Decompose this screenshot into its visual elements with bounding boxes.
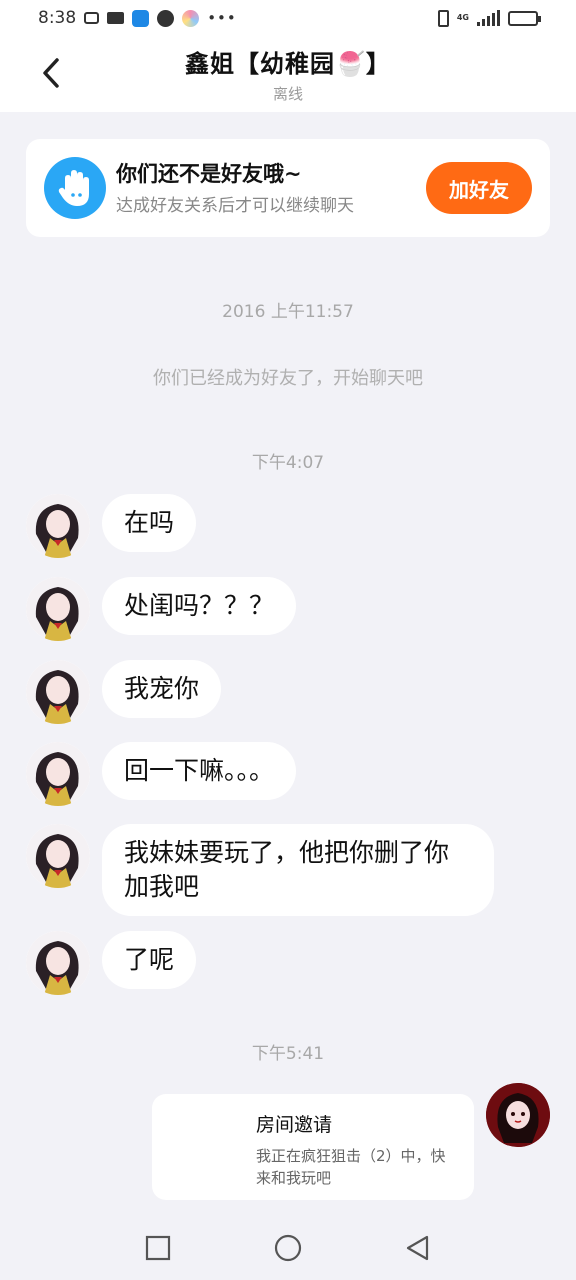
message-bubble[interactable]: 在吗 xyxy=(102,494,197,552)
battery-icon xyxy=(508,10,541,26)
message-row: 我妹妹要玩了，他把你删了你加我吧 xyxy=(26,824,494,916)
message-bubble[interactable]: 回一下嘛。。。 xyxy=(102,742,297,800)
add-friend-button[interactable]: 加好友 xyxy=(426,162,532,214)
hand-icon xyxy=(44,157,106,219)
avatar[interactable] xyxy=(26,742,90,806)
avatar[interactable] xyxy=(26,824,90,888)
friend-request-banner: 你们还不是好友哦~ 达成好友关系后才可以继续聊天 加好友 xyxy=(26,139,550,237)
chat-title[interactable]: 鑫姐【幼稚园🍧】 xyxy=(185,44,391,79)
invite-title: 房间邀请 xyxy=(256,1114,333,1136)
status-bar: 8:38 ••• 4G xyxy=(0,0,576,36)
timestamp: 2016 上午11:57 xyxy=(222,302,354,322)
timestamp: 下午4:07 xyxy=(251,453,325,473)
home-button[interactable] xyxy=(268,1228,308,1268)
network-type: 4G xyxy=(456,13,469,22)
vibrate-icon xyxy=(437,9,449,27)
recent-apps-button[interactable] xyxy=(138,1228,178,1268)
more-notifications-icon: ••• xyxy=(207,9,237,27)
my-avatar[interactable] xyxy=(486,1083,550,1147)
home-icon xyxy=(274,1234,302,1262)
back-arrow-icon xyxy=(43,58,59,88)
back-button[interactable] xyxy=(36,58,66,88)
avatar[interactable] xyxy=(26,931,90,995)
avatar[interactable] xyxy=(26,577,90,641)
back-nav-button[interactable] xyxy=(398,1228,438,1268)
play-icon xyxy=(157,9,175,27)
tv-icon xyxy=(84,12,100,24)
recent-apps-icon xyxy=(145,1235,171,1261)
system-message: 你们已经成为好友了，开始聊天吧 xyxy=(153,368,423,389)
chat-screen: 8:38 ••• 4G 鑫姐【幼稚园🍧】 离线 你们还不是好友哦~ 达成好友关系… xyxy=(0,0,576,1280)
system-nav-bar xyxy=(0,1216,576,1280)
banner-title: 你们还不是好友哦~ xyxy=(116,162,302,186)
message-row: 在吗 xyxy=(26,494,197,558)
message-bubble[interactable]: 处闺吗？？？ xyxy=(102,577,297,635)
signal-icon xyxy=(477,10,500,26)
status-time: 8:38 xyxy=(38,8,77,28)
avatar[interactable] xyxy=(26,660,90,724)
message-row: 回一下嘛。。。 xyxy=(26,742,297,806)
banner-description: 达成好友关系后才可以继续聊天 xyxy=(116,196,354,216)
app-notification-icon xyxy=(132,9,150,27)
message-row: 处闺吗？？？ xyxy=(26,577,297,641)
message-row: 我宠你 xyxy=(26,660,222,724)
room-invite-card[interactable]: 房间邀请 我正在疯狂狙击（2）中，快来和我玩吧 xyxy=(152,1094,474,1200)
message-row: 了呢 xyxy=(26,931,197,995)
message-bubble[interactable]: 我宠你 xyxy=(102,660,222,718)
color-app-icon xyxy=(182,9,200,27)
message-bubble[interactable]: 了呢 xyxy=(102,931,197,989)
chat-header: 鑫姐【幼稚园🍧】 离线 xyxy=(0,36,576,112)
avatar[interactable] xyxy=(26,494,90,558)
back-nav-icon xyxy=(406,1235,429,1261)
invite-description: 我正在疯狂狙击（2）中，快来和我玩吧 xyxy=(256,1147,446,1187)
online-status: 离线 xyxy=(272,85,303,103)
message-bubble[interactable]: 我妹妹要玩了，他把你删了你加我吧 xyxy=(102,824,494,916)
timestamp: 下午5:41 xyxy=(251,1044,325,1064)
video-camera-icon xyxy=(107,12,125,24)
